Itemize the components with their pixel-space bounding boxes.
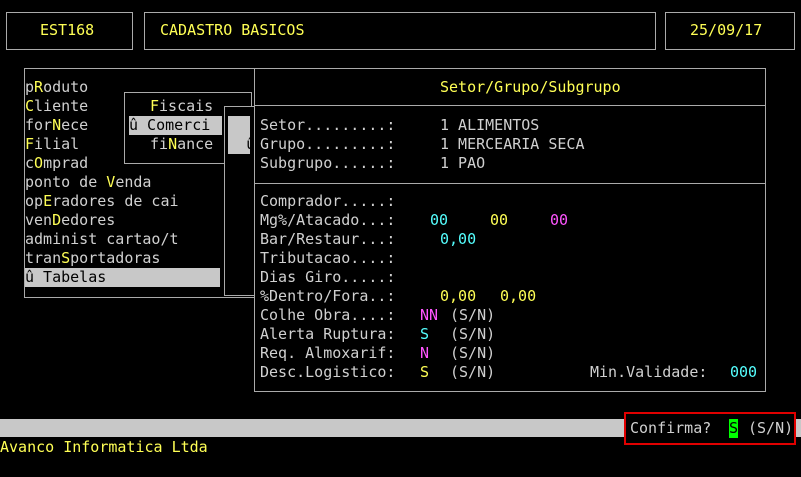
main-menu-item[interactable]: venDedores (25, 211, 220, 230)
main-menu-item-text: radores de cai (52, 192, 179, 210)
main-menu-item-text: edores (61, 211, 116, 229)
main-menu-item[interactable]: û Tabelas (25, 268, 220, 287)
mg-value-1[interactable]: 00 (430, 211, 448, 230)
submenu-item-text: û Comerci (129, 116, 211, 134)
colhe-obra-value[interactable]: NN (420, 306, 438, 325)
alerta-ruptura-label: Alerta Ruptura: (260, 325, 396, 343)
main-menu-item-text: oduto (43, 78, 89, 96)
bar-label: Bar/Restaur...: (260, 230, 396, 248)
program-title: CADASTRO BASICOS (160, 21, 305, 39)
req-almoxarif-options: (S/N) (450, 344, 496, 362)
main-menu-item-text: tran (25, 249, 62, 267)
submenu-item-text: fi (150, 135, 169, 153)
dentro-fora-label: %Dentro/Fora..: (260, 287, 396, 305)
main-menu-item-text: administ cartao/t (25, 230, 179, 248)
main-menu-item-text: mprad (43, 154, 89, 172)
dentro-value[interactable]: 0,00 (440, 287, 476, 306)
alerta-ruptura-options: (S/N) (450, 325, 496, 343)
submenu-item-text: ance (177, 135, 214, 153)
fora-value[interactable]: 0,00 (500, 287, 536, 306)
bar-value[interactable]: 0,00 (440, 230, 476, 249)
req-almoxarif-label: Req. Almoxarif: (260, 344, 396, 362)
submenu-item[interactable]: û Comerci (129, 116, 222, 135)
main-menu-item-hotkey: F (25, 135, 35, 153)
setor-label: Setor.........: (260, 116, 396, 134)
desc-logistico-options: (S/N) (450, 363, 496, 381)
main-menu-item[interactable]: opEradores de cai (25, 192, 220, 211)
company-name: Avanco Informatica Ltda (0, 438, 208, 456)
colhe-obra-options: (S/N) (450, 306, 496, 324)
comprador-label: Comprador.....: (260, 192, 396, 210)
grupo-label: Grupo.........: (260, 135, 396, 153)
main-menu-item-hotkey: C (25, 97, 35, 115)
desc-logistico-label: Desc.Logistico: (260, 363, 396, 381)
main-menu-item-hotkey: E (43, 192, 53, 210)
confirm-label: Confirma? (630, 419, 712, 437)
panel-title-divider (255, 105, 765, 106)
main-menu-item-hotkey: D (52, 211, 62, 229)
date: 25/09/17 (690, 21, 763, 39)
subgrupo-value[interactable]: 1 PAO (440, 154, 485, 173)
program-code-box: EST168 (6, 12, 133, 50)
main-menu-item-hotkey: N (52, 116, 62, 134)
main-menu-item-text: liente (34, 97, 89, 115)
setor-value[interactable]: 1 ALIMENTOS (440, 116, 539, 135)
submenu-item-hotkey: F (150, 97, 160, 115)
main-menu-item-text: op (25, 192, 44, 210)
mg-value-3[interactable]: 00 (550, 211, 568, 230)
req-almoxarif-value[interactable]: N (420, 344, 429, 363)
main-menu-item-text: ven (25, 211, 53, 229)
main-menu-item[interactable]: tranSportadoras (25, 249, 220, 268)
main-menu-item-hotkey: R (34, 78, 44, 96)
submenu-item[interactable]: Fiscais (150, 97, 230, 116)
panel-title: Setor/Grupo/Subgrupo (440, 78, 621, 96)
main-menu-item-text: p (25, 78, 35, 96)
program-title-box: CADASTRO BASICOS (144, 12, 656, 50)
main-menu-item-text: ilial (34, 135, 80, 153)
main-menu-item-hotkey: O (34, 154, 44, 172)
main-menu-item-text: c (25, 154, 35, 172)
main-menu-item-text: for (25, 116, 53, 134)
program-code: EST168 (40, 21, 95, 39)
main-menu-item-text: û Tabelas (25, 268, 107, 286)
dias-giro-label: Dias Giro.....: (260, 268, 396, 286)
main-menu-item-text: portadoras (70, 249, 161, 267)
main-menu-item[interactable]: administ cartao/t (25, 230, 220, 249)
submenu-item-text: iscais (159, 97, 214, 115)
subgrupo-label: Subgrupo......: (260, 154, 396, 172)
submenu-item-hotkey: N (168, 135, 178, 153)
tributacao-label: Tributacao....: (260, 249, 396, 267)
main-menu-item-hotkey: V (106, 173, 116, 191)
confirm-input[interactable]: S (729, 419, 739, 438)
confirm-options: (S/N) (748, 419, 794, 437)
grupo-value[interactable]: 1 MERCEARIA SECA (440, 135, 585, 154)
min-validade-value[interactable]: 000 (730, 363, 757, 382)
main-menu-item-text: enda (115, 173, 152, 191)
main-menu-item[interactable]: ponto de Venda (25, 173, 220, 192)
desc-logistico-value[interactable]: S (420, 363, 429, 382)
alerta-ruptura-value[interactable]: S (420, 325, 429, 344)
colhe-obra-label: Colhe Obra....: (260, 306, 396, 324)
main-menu-item-text: ponto de (25, 173, 107, 191)
mg-label: Mg%/Atacado...: (260, 211, 396, 229)
date-box: 25/09/17 (665, 12, 795, 50)
min-validade-label: Min.Validade: (590, 363, 708, 381)
mg-value-2[interactable]: 00 (490, 211, 508, 230)
main-menu-item-text: ece (61, 116, 89, 134)
submenu2-marker[interactable]: û (228, 116, 255, 154)
submenu-item[interactable]: fiNance (150, 135, 230, 154)
panel-section-divider (255, 183, 765, 184)
main-menu-item-hotkey: S (61, 249, 71, 267)
